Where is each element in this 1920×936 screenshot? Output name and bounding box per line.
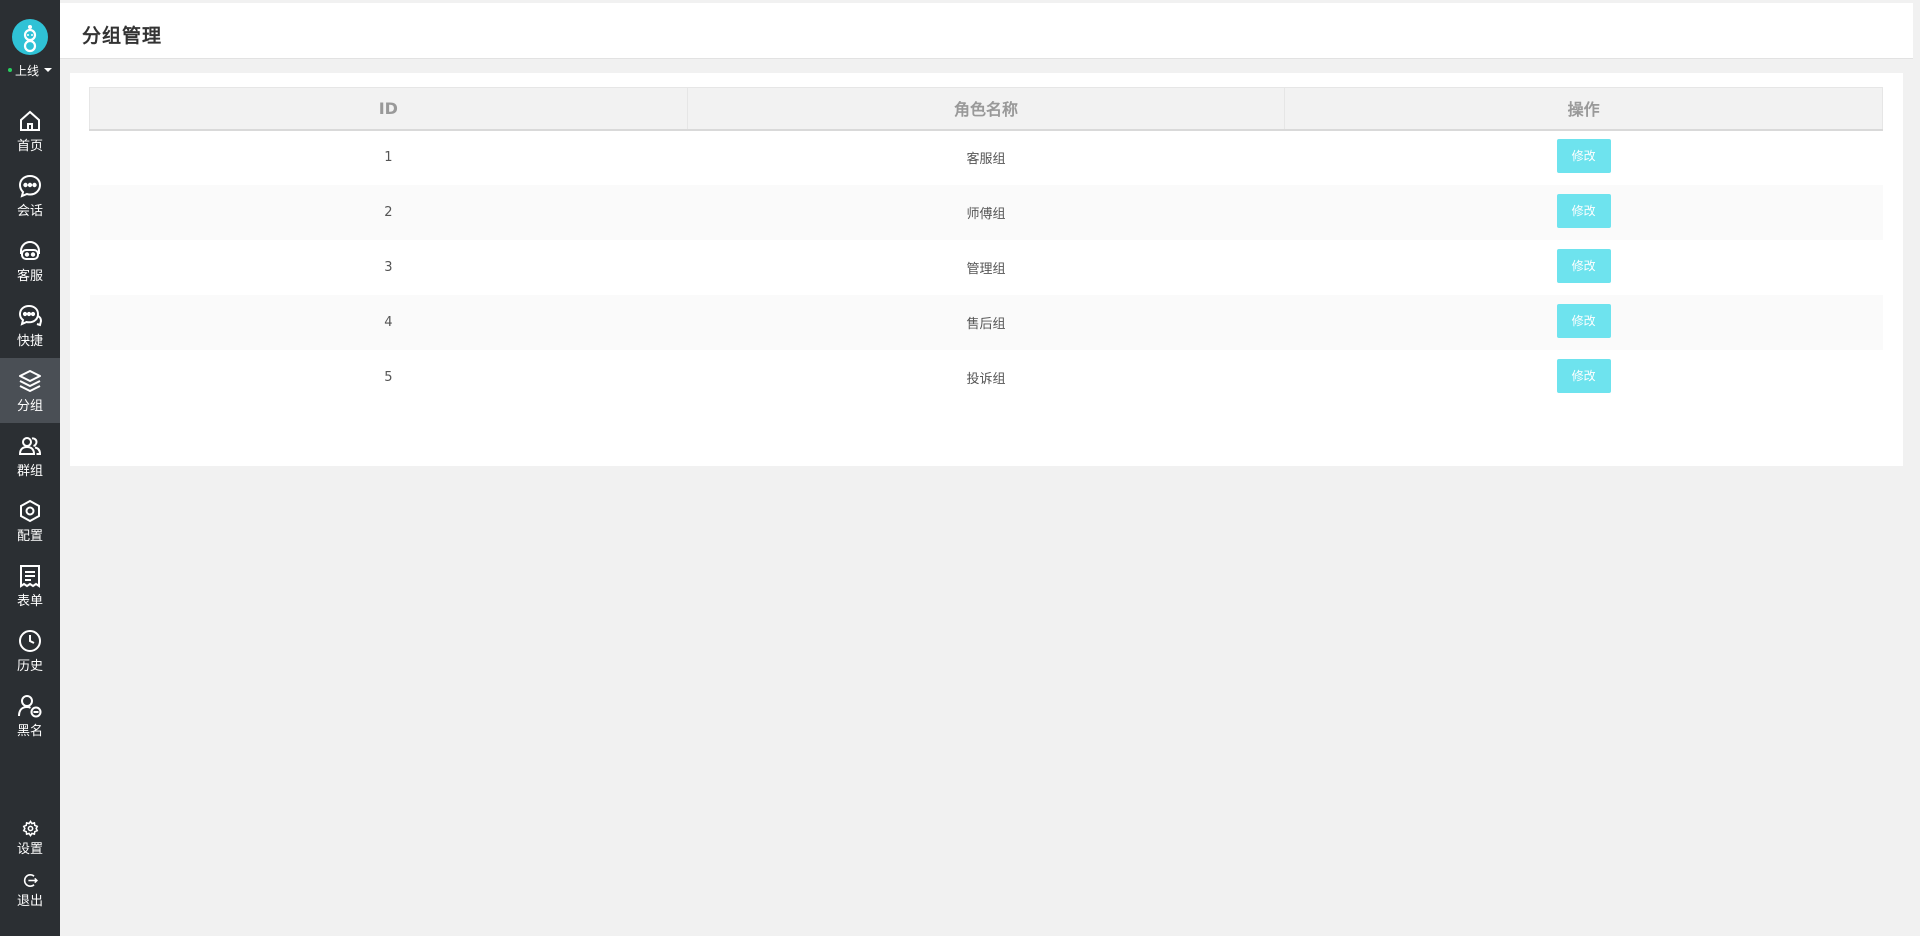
hexagon-settings-icon: [17, 498, 43, 524]
sidebar-item-label: 会话: [16, 203, 43, 219]
chat-icon: [17, 173, 43, 199]
edit-button[interactable]: 修改: [1556, 193, 1611, 228]
sidebar-item-label: 历史: [16, 658, 43, 674]
group-table: ID 角色名称 操作 1 客服组 修改 2 师傅组 修改 3 管理组 修改 4 …: [89, 87, 1883, 405]
edit-button[interactable]: 修改: [1556, 248, 1611, 283]
sidebar-item-label: 群组: [16, 463, 43, 479]
cell-action: 修改: [1285, 240, 1883, 295]
online-status-dropdown[interactable]: 上线: [4, 62, 56, 78]
cell-id: 1: [384, 150, 393, 165]
edit-button[interactable]: 修改: [1556, 303, 1611, 338]
column-header-role-name: 角色名称: [686, 87, 1286, 131]
logout-icon: [21, 872, 39, 890]
sidebar-item-label: 退出: [16, 893, 43, 909]
cell-action: 修改: [1285, 295, 1883, 350]
cell-role-name: 售后组: [966, 316, 1006, 332]
cell-id: 5: [384, 369, 393, 385]
sidebar-item-form[interactable]: 表单: [0, 553, 60, 618]
sidebar-item-home[interactable]: 首页: [0, 98, 60, 163]
sidebar-item-chat[interactable]: 会话: [0, 163, 60, 228]
online-dot-icon: [7, 68, 12, 72]
sidebar-item-groups[interactable]: 群组: [0, 423, 60, 488]
cell-action: 修改: [1285, 185, 1883, 240]
sidebar-item-label: 快捷: [16, 333, 43, 349]
table-row: 2 师傅组 修改: [89, 184, 1883, 240]
sidebar-item-agent[interactable]: 客服: [0, 228, 60, 293]
cell-role-name: 投诉组: [966, 371, 1006, 387]
page-header: 分组管理: [60, 3, 1913, 59]
sidebar-item-logout[interactable]: 退出: [0, 864, 60, 916]
sidebar-item-config[interactable]: 配置: [0, 488, 60, 553]
layers-icon: [17, 368, 43, 394]
cell-role-name: 客服组: [966, 152, 1006, 167]
sidebar-item-label: 配置: [16, 528, 43, 544]
sidebar-item-quick-reply[interactable]: 快捷: [0, 293, 60, 358]
clock-icon: [17, 628, 43, 654]
cell-id: 4: [384, 314, 393, 330]
caret-down-icon: [44, 68, 52, 72]
table-row: 3 管理组 修改: [90, 240, 1883, 295]
sidebar-item-grouping[interactable]: 分组: [0, 358, 60, 423]
scrollbar[interactable]: [1913, 0, 1920, 936]
home-icon: [17, 108, 43, 134]
sidebar-item-label: 设置: [16, 841, 43, 857]
agent-icon: [17, 238, 43, 264]
blacklist-icon: [17, 693, 43, 719]
sidebar-item-label: 分组: [16, 398, 43, 414]
sidebar-item-label: 客服: [16, 268, 43, 284]
cell-id: 3: [384, 259, 393, 275]
cell-action: 修改: [1285, 350, 1883, 405]
quick-reply-icon: [17, 303, 43, 329]
status-label: 上线: [14, 63, 39, 78]
column-header-id: ID: [89, 87, 688, 131]
sidebar-item-settings[interactable]: 设置: [0, 812, 60, 864]
sidebar-item-label: 表单: [16, 593, 43, 609]
group-table-card: ID 角色名称 操作 1 客服组 修改 2 师傅组 修改 3 管理组 修改 4 …: [70, 73, 1903, 466]
sidebar-item-label: 首页: [16, 138, 43, 154]
cell-role-name: 师傅组: [966, 206, 1006, 222]
cell-id: 2: [384, 204, 393, 220]
edit-button[interactable]: 修改: [1556, 139, 1611, 173]
table-row: 5 投诉组 修改: [90, 350, 1883, 405]
logo-icon[interactable]: [12, 19, 48, 55]
sidebar-item-history[interactable]: 历史: [0, 618, 60, 683]
column-header-action: 操作: [1284, 87, 1883, 131]
edit-button[interactable]: 修改: [1556, 358, 1611, 393]
gear-icon: [21, 820, 39, 838]
sidebar-item-label: 黑名: [16, 723, 43, 739]
cell-role-name: 管理组: [966, 261, 1006, 277]
cell-action: 修改: [1285, 130, 1883, 185]
page-title: 分组管理: [82, 25, 163, 47]
table-row: 1 客服组 修改: [90, 130, 1883, 185]
sidebar-item-blacklist[interactable]: 黑名: [0, 683, 60, 748]
form-icon: [17, 563, 43, 589]
sidebar: 上线 首页 会话 客服 快捷 分组 群组 配置 表单 历史 黑名 设置 退出: [0, 0, 60, 936]
table-header-row: ID 角色名称 操作: [89, 87, 1883, 131]
table-row: 4 售后组 修改: [89, 294, 1883, 350]
group-icon: [17, 433, 43, 459]
